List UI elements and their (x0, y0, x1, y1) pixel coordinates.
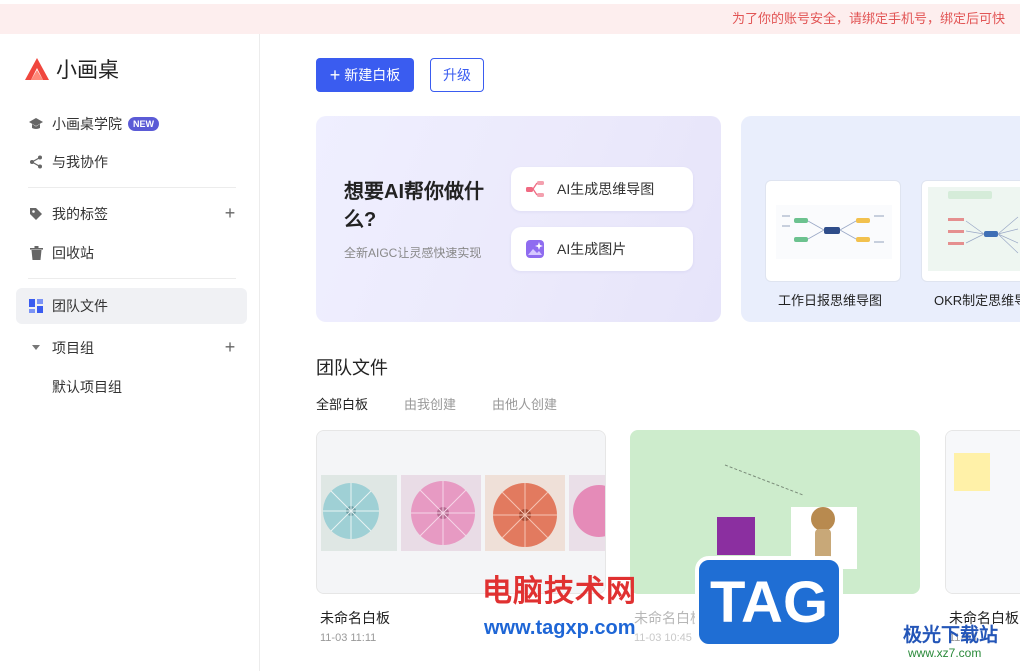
app-name: 小画桌 (56, 59, 119, 82)
graduation-cap-icon (28, 116, 44, 132)
app-window: 为了你的账号安全，请绑定手机号，绑定后可快 小画桌 小画桌学院 NEW 与我协作 (0, 0, 1020, 671)
security-notice-bar[interactable]: 为了你的账号安全，请绑定手机号，绑定后可快 (0, 4, 1020, 34)
add-tag-plus-icon[interactable]: + (221, 204, 239, 222)
template-thumbnail-daily-report[interactable] (765, 180, 901, 282)
sidebar-item-academy[interactable]: 小画桌学院 NEW (16, 106, 247, 142)
sidebar-item-label: 默认项目组 (52, 379, 122, 395)
security-notice-text: 为了你的账号安全，请绑定手机号，绑定后可快 (732, 11, 1006, 26)
sidebar-item-label: 小画桌学院 (52, 116, 122, 132)
sidebar: 小画桌 小画桌学院 NEW 与我协作 我的标签 + 回收站 团队文件 项目组 +… (0, 34, 260, 671)
share-icon (28, 154, 44, 170)
image-sparkle-icon (526, 240, 544, 258)
ai-image-button[interactable]: AI生成图片 (511, 227, 693, 271)
sidebar-divider (28, 278, 236, 279)
trash-icon (28, 245, 44, 261)
templates-panel: 工作日报思维导图 OKR制定思维导 (741, 116, 1020, 322)
ai-card-subtitle: 全新AIGC让灵感快速实现 (344, 246, 482, 260)
plus-icon: + (329, 65, 341, 85)
file-name[interactable]: 未命名白板 (634, 608, 704, 628)
caret-down-icon[interactable] (28, 340, 44, 356)
ai-promo-card: 想要AI帮你做什么? 全新AIGC让灵感快速实现 AI生成思维导图 AI生成图片 (316, 116, 721, 322)
upgrade-button[interactable]: 升级 (430, 58, 484, 92)
tab-all-boards[interactable]: 全部白板 (316, 394, 368, 413)
file-date: 11-03 11:11 (320, 632, 377, 644)
template-label: OKR制定思维导 (934, 293, 1020, 308)
sidebar-item-team-files[interactable]: 团队文件 (16, 288, 247, 324)
watermark-site-name: 电脑技术网 (482, 575, 637, 608)
sidebar-item-label: 与我协作 (52, 154, 108, 170)
sidebar-item-label: 团队文件 (52, 298, 108, 314)
sidebar-item-label: 我的标签 (52, 206, 108, 222)
tag-icon (28, 206, 44, 222)
sidebar-item-default-project[interactable]: 默认项目组 (16, 369, 247, 405)
template-label: 工作日报思维导图 (778, 293, 883, 308)
mindmap-preview-icon (776, 205, 892, 259)
file-name[interactable]: 未命名白板 (320, 608, 390, 628)
add-project-plus-icon[interactable]: + (221, 338, 239, 356)
new-badge: NEW (128, 117, 159, 131)
section-title: 团队文件 (316, 358, 388, 378)
ai-mindmap-label: AI生成思维导图 (557, 181, 655, 197)
watermark-tag-logo: TAG (695, 556, 843, 648)
ai-card-title: 想要AI帮你做什么? (344, 181, 484, 231)
sidebar-item-label: 项目组 (52, 340, 94, 356)
mindmap-preview-icon (928, 187, 1020, 271)
file-card-thumbnail[interactable] (945, 430, 1020, 594)
sidebar-divider (28, 187, 236, 188)
ai-mindmap-button[interactable]: AI生成思维导图 (511, 167, 693, 211)
sidebar-item-tags[interactable]: 我的标签 + (16, 196, 247, 232)
team-files-icon (28, 298, 44, 314)
template-thumbnail-okr[interactable] (921, 180, 1020, 282)
watermark-brand: 极光下载站 (903, 625, 999, 646)
sticky-note-thumbnail (946, 431, 1020, 593)
new-whiteboard-button[interactable]: + 新建白板 (316, 58, 414, 92)
app-logo[interactable]: 小画桌 (24, 54, 119, 84)
sidebar-item-label: 回收站 (52, 245, 94, 261)
sidebar-item-trash[interactable]: 回收站 (16, 235, 247, 271)
logo-icon (25, 58, 49, 80)
tab-created-by-others[interactable]: 由他人创建 (492, 394, 557, 413)
watermark-brand-url: www.xz7.com (908, 646, 982, 660)
sidebar-item-projects[interactable]: 项目组 + (16, 330, 247, 366)
file-date: 11-03 10:45 (634, 632, 692, 644)
ai-image-label: AI生成图片 (557, 241, 627, 257)
mindmap-icon (526, 181, 544, 197)
sidebar-item-shared[interactable]: 与我协作 (16, 144, 247, 180)
tab-created-by-me[interactable]: 由我创建 (404, 394, 456, 413)
watermark-site-url: www.tagxp.com (484, 617, 636, 639)
new-whiteboard-label: 新建白板 (344, 67, 401, 83)
